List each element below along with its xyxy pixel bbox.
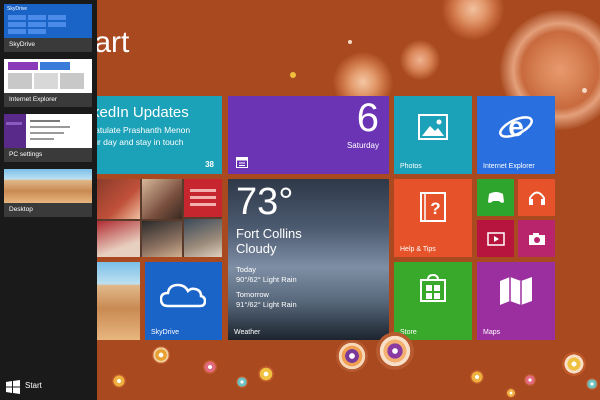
- store-icon: [420, 274, 446, 302]
- weather-condition: Cloudy: [236, 241, 277, 256]
- calendar-day-number: 6: [356, 96, 379, 140]
- weather-today-forecast: 90°/62° Light Rain: [236, 275, 297, 284]
- decorative-circle-top: [442, 0, 504, 40]
- people-photo: [184, 179, 222, 217]
- decorative-dot: [348, 40, 352, 44]
- decorative-circle-small: [400, 40, 440, 80]
- help-tips-tile[interactable]: ? Help & Tips: [394, 179, 472, 257]
- video-icon: [487, 232, 505, 246]
- switcher-item-desktop[interactable]: Desktop: [4, 169, 92, 217]
- decorative-flower: [506, 388, 516, 398]
- people-photo: [184, 219, 222, 257]
- skydrive-thumbnail-title: SkyDrive: [7, 6, 28, 12]
- skydrive-thumbnail: SkyDrive: [4, 4, 92, 38]
- weather-temperature: 73°: [236, 181, 294, 223]
- desktop-thumbnail: [4, 169, 92, 203]
- switcher-item-label: PC settings: [4, 148, 92, 162]
- xbox-games-icon: [488, 192, 504, 203]
- svg-text:e: e: [508, 111, 524, 142]
- photos-tile[interactable]: Photos: [394, 96, 472, 174]
- calendar-icon: [236, 157, 248, 168]
- weather-city: Fort Collins: [236, 226, 302, 241]
- people-photo: [96, 179, 140, 219]
- help-tips-tile-label: Help & Tips: [400, 246, 436, 253]
- maps-tile-label: Maps: [483, 329, 501, 336]
- weather-tomorrow-label: Tomorrow: [236, 290, 269, 299]
- switcher-item-label: Desktop: [4, 203, 92, 217]
- switcher-item-label: SkyDrive: [4, 38, 92, 52]
- linkedin-notification-count: 38: [205, 160, 214, 169]
- switcher-start-button[interactable]: Start: [6, 378, 86, 396]
- switcher-item-label: Internet Explorer: [4, 93, 92, 107]
- internet-explorer-tile[interactable]: e Internet Explorer: [477, 96, 555, 174]
- calendar-day-name: Saturday: [346, 141, 379, 150]
- app-switcher: SkyDrive SkyDrive Internet Explorer PC s…: [0, 0, 97, 400]
- games-tile[interactable]: [477, 179, 514, 216]
- switcher-item-skydrive[interactable]: SkyDrive SkyDrive: [4, 4, 92, 52]
- switcher-item-pc-settings[interactable]: PC settings: [4, 114, 92, 162]
- photos-tile-label: Photos: [400, 163, 422, 170]
- pc-settings-thumbnail: [4, 114, 92, 148]
- store-tile[interactable]: Store: [394, 262, 472, 340]
- decorative-dot: [582, 88, 587, 93]
- internet-explorer-thumbnail: [4, 59, 92, 93]
- maps-icon: [500, 277, 532, 305]
- decorative-flower: [258, 366, 274, 382]
- decorative-flower: [470, 370, 484, 384]
- windows-logo-icon: [6, 380, 20, 394]
- skydrive-tile[interactable]: SkyDrive: [145, 262, 222, 340]
- decorative-flower: [112, 374, 126, 388]
- calendar-tile[interactable]: 6 Saturday: [228, 96, 389, 174]
- people-photo: [142, 221, 182, 257]
- decorative-flower: [376, 332, 414, 370]
- decorative-flower: [336, 340, 368, 372]
- weather-today-label: Today: [236, 265, 257, 274]
- weather-tile[interactable]: 73° Fort Collins Cloudy Today 90°/62° Li…: [228, 179, 389, 340]
- music-tile[interactable]: [518, 179, 555, 216]
- decorative-flower: [236, 376, 248, 388]
- internet-explorer-icon: e: [499, 111, 533, 142]
- weather-tile-label: Weather: [234, 329, 261, 336]
- camera-icon: [529, 233, 545, 245]
- people-photo: [142, 179, 182, 219]
- help-tips-icon: ?: [420, 192, 446, 222]
- decorative-flower: [152, 346, 170, 364]
- video-tile[interactable]: [477, 220, 514, 257]
- svg-text:?: ?: [430, 199, 440, 218]
- decorative-flower: [562, 352, 586, 376]
- decorative-dot: [290, 72, 296, 78]
- decorative-flower: [524, 374, 536, 386]
- weather-tomorrow-forecast: 91°/62° Light Rain: [236, 300, 297, 309]
- people-photo: [96, 221, 140, 257]
- headphones-music-icon: [529, 191, 545, 205]
- decorative-flower: [203, 360, 217, 374]
- switcher-start-label: Start: [25, 381, 42, 390]
- camera-tile[interactable]: [518, 220, 555, 257]
- skydrive-tile-label: SkyDrive: [151, 329, 180, 336]
- internet-explorer-tile-label: Internet Explorer: [483, 163, 535, 170]
- maps-tile[interactable]: Maps: [477, 262, 555, 340]
- photos-icon: [418, 114, 448, 140]
- switcher-item-internet-explorer[interactable]: Internet Explorer: [4, 59, 92, 107]
- skydrive-cloud-icon: [160, 283, 206, 308]
- decorative-flower: [586, 378, 598, 390]
